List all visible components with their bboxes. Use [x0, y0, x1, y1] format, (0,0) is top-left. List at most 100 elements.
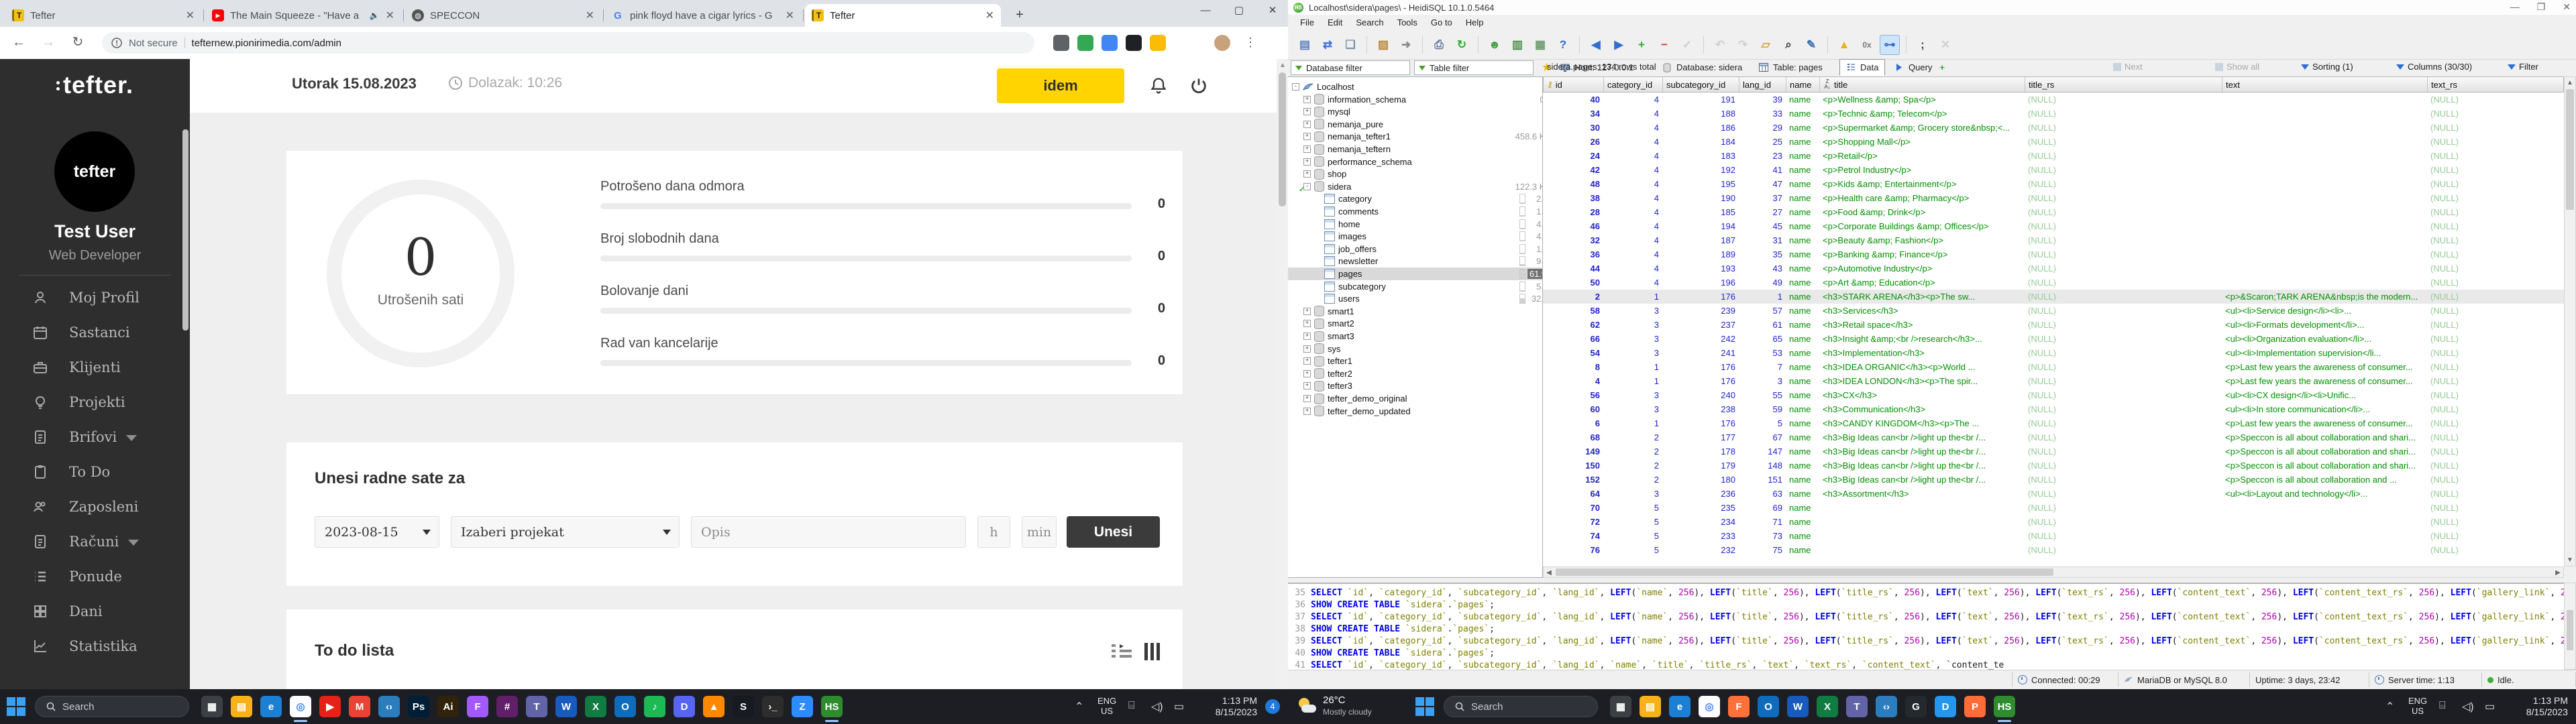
- address-bar[interactable]: Not secure tefternew.pionirimedia.com/ad…: [102, 32, 1034, 54]
- table-row[interactable]: 40 4 191 39 name <p>Wellness &amp; Spa</p> (NU…: [1543, 93, 2564, 107]
- date-select[interactable]: 2023-08-15: [315, 516, 439, 548]
- tree-node-images[interactable]: images4.2 KiB: [1288, 230, 1542, 243]
- table-row[interactable]: 58 3 239 57 name <h3>Services</h3> (NULL) <ul><…: [1543, 304, 2564, 318]
- tree-node-job_offers[interactable]: job_offers1.0 KiB: [1288, 243, 1542, 255]
- tree-node-category[interactable]: category2.3 KiB: [1288, 192, 1542, 205]
- tree-node-tefter_demo_original[interactable]: + tefter_demo_original: [1288, 392, 1542, 405]
- table-row[interactable]: 26 4 184 25 name <p>Shopping Mall</p> (NULL) (N…: [1543, 135, 2564, 149]
- taskbar-app-terminal[interactable]: ›_: [762, 696, 784, 717]
- table-row[interactable]: 76 5 232 75 name (NULL) (NULL): [1543, 543, 2564, 557]
- table-row[interactable]: 68 2 177 67 name <h3>Big Ideas can<br />light…: [1543, 430, 2564, 444]
- window-minimize-button[interactable]: —: [1190, 0, 1221, 23]
- tab-close-icon[interactable]: ✕: [386, 9, 394, 22]
- taskbar-app-chrome[interactable]: ◎: [290, 696, 311, 722]
- taskbar-app-edge[interactable]: e: [260, 696, 282, 717]
- sidebar-item-brifovi[interactable]: Brifovi: [0, 420, 190, 455]
- taskbar-search[interactable]: Search: [35, 696, 189, 717]
- taskbar-clock[interactable]: 1:13 PM 8/15/2023: [2508, 695, 2568, 718]
- taskbar-app-spotify[interactable]: ♪: [644, 696, 665, 717]
- taskbar-clock[interactable]: 1:13 PM 8/15/2023: [1197, 695, 1257, 718]
- tree-node-smart1[interactable]: + smart1: [1288, 305, 1542, 318]
- expand-icon[interactable]: +: [1303, 145, 1311, 153]
- adblock-icon[interactable]: [1077, 35, 1093, 51]
- hours-input[interactable]: h: [977, 516, 1010, 548]
- expand-icon[interactable]: +: [1303, 158, 1311, 166]
- table-row[interactable]: 34 4 188 33 name <p>Technic &amp; Telecom</p>…: [1543, 107, 2564, 121]
- tab-close-icon[interactable]: ✕: [786, 9, 794, 22]
- tree-node-mysql[interactable]: + mysql: [1288, 105, 1542, 118]
- forward-icon[interactable]: →: [38, 32, 59, 54]
- taskbar-app-heidisql[interactable]: HS: [1994, 696, 2015, 722]
- cancel-icon[interactable]: ✕: [1935, 35, 1955, 55]
- help-icon[interactable]: ?: [1553, 35, 1573, 55]
- tree-node-performance_schema[interactable]: + performance_schema: [1288, 156, 1542, 168]
- grid-vertical-scrollbar[interactable]: ▲ ▼: [2564, 76, 2576, 566]
- grid-horizontal-scrollbar[interactable]: ◀ ▶: [1543, 566, 2564, 578]
- session-manager-icon[interactable]: ▤: [1295, 35, 1315, 55]
- user-manager-icon[interactable]: ☻: [1485, 35, 1505, 55]
- table-row[interactable]: 30 4 186 29 name <p>Supermarket &amp; Grocery…: [1543, 121, 2564, 135]
- browser-tab[interactable]: T Tefter ✕: [805, 4, 1001, 27]
- minutes-input[interactable]: min: [1022, 516, 1057, 548]
- table-row[interactable]: 6 1 176 5 name <h3>CANDY KINGDOM</h3><p>The .…: [1543, 416, 2564, 430]
- expand-icon[interactable]: +: [1303, 357, 1311, 365]
- column-header-title_rs[interactable]: title_rs: [2025, 77, 2222, 92]
- sidebar-item-dani[interactable]: Dani: [0, 594, 190, 629]
- table-row[interactable]: 152 2 180 151 name <h3>Big Ideas can<br />lig…: [1543, 473, 2564, 487]
- sidebar-item-računi[interactable]: Računi: [0, 524, 190, 559]
- tree-node-tefter1[interactable]: + tefter1: [1288, 355, 1542, 367]
- table-row[interactable]: 8 1 176 7 name <h3>IDEA ORGANIC</h3><p>World …: [1543, 360, 2564, 374]
- tree-node-tefter2[interactable]: + tefter2: [1288, 367, 1542, 380]
- post-changes-icon[interactable]: ✓: [1677, 35, 1697, 55]
- tray-expand-icon[interactable]: ⌃: [1075, 700, 1083, 713]
- tree-node-smart3[interactable]: + smart3: [1288, 330, 1542, 343]
- taskbar-app-vlc[interactable]: ▲: [703, 696, 724, 717]
- taskbar-app-task-view[interactable]: ▦: [1610, 696, 1631, 717]
- heidisql-tab-database[interactable]: Database: sidera: [1656, 59, 1750, 76]
- table-row[interactable]: 32 4 187 31 name <p>Beauty &amp; Fashion</p> (…: [1543, 233, 2564, 247]
- scroll-up-icon[interactable]: ▲: [1279, 62, 1286, 69]
- tab-audio-icon[interactable]: 🔉: [370, 11, 380, 20]
- project-select[interactable]: Izaberi projekat: [451, 516, 680, 548]
- speaker-icon[interactable]: ◁): [2462, 700, 2474, 713]
- folder-icon[interactable]: ▱: [1756, 35, 1776, 55]
- grid-toolbar-sorting-[interactable]: Sorting (1): [2301, 62, 2353, 72]
- expand-icon[interactable]: +: [1303, 333, 1311, 340]
- heidisql-tab-query[interactable]: Query +: [1888, 59, 1952, 76]
- table-row[interactable]: 28 4 185 27 name <p>Food &amp; Drink</p> (NULL…: [1543, 205, 2564, 219]
- network-icon[interactable]: ⌸: [1128, 700, 1135, 712]
- start-button[interactable]: [1415, 697, 1434, 716]
- sidebar-item-moj-profil[interactable]: Moj Profil: [0, 280, 190, 315]
- tree-node-comments[interactable]: comments1.0 KiB: [1288, 205, 1542, 218]
- language-indicator[interactable]: ENG US: [2408, 696, 2427, 716]
- taskbar-app-vscode[interactable]: ‹›: [378, 696, 400, 717]
- tree-node-shop[interactable]: + shop: [1288, 168, 1542, 180]
- taskbar-app-task-view[interactable]: ▦: [201, 696, 223, 717]
- tree-node-nemanja_pure[interactable]: + nemanja_pure: [1288, 118, 1542, 131]
- browser-tab[interactable]: T Tefter ✕: [5, 4, 201, 27]
- collapse-icon[interactable]: -: [1292, 83, 1299, 90]
- refresh-icon[interactable]: ↻: [1452, 35, 1472, 55]
- tree-node-home[interactable]: home4.9 KiB: [1288, 218, 1542, 231]
- table-row[interactable]: 150 2 179 148 name <h3>Big Ideas can<br />lig…: [1543, 459, 2564, 473]
- column-header-lang_id[interactable]: lang_id: [1739, 77, 1786, 92]
- taskbar-app-github[interactable]: G: [1905, 696, 1927, 717]
- save-sync-icon[interactable]: ▦: [1530, 35, 1550, 55]
- minimize-icon[interactable]: —: [2510, 1, 2520, 13]
- expand-icon[interactable]: +: [1303, 320, 1311, 328]
- table-row[interactable]: 48 4 195 47 name <p>Kids &amp; Entertainment<…: [1543, 177, 2564, 191]
- expand-icon[interactable]: +: [1303, 95, 1311, 103]
- table-row[interactable]: 149 2 178 147 name <h3>Big Ideas can<br />lig…: [1543, 444, 2564, 459]
- bell-icon[interactable]: [1149, 76, 1168, 95]
- table-row[interactable]: 54 3 241 53 name <h3>Implementation</h3> (NULL…: [1543, 346, 2564, 360]
- taskbar-app-steam[interactable]: S: [733, 696, 754, 717]
- tree-node-sidera[interactable]: -✓sidera122.3 KiB: [1288, 180, 1542, 194]
- page-scrollbar[interactable]: ▲: [1277, 59, 1288, 689]
- tree-node-nemanja_teftern[interactable]: + nemanja_teftern: [1288, 143, 1542, 156]
- delete-row-icon[interactable]: −: [1654, 35, 1674, 55]
- tree-node-newsletter[interactable]: newsletter9.1 KiB: [1288, 255, 1542, 267]
- sidebar-item-projekti[interactable]: Projekti: [0, 385, 190, 420]
- tree-node-sys[interactable]: + sys: [1288, 343, 1542, 355]
- translate-icon[interactable]: [1150, 35, 1166, 51]
- taskbar-app-docker[interactable]: D: [1935, 696, 1956, 717]
